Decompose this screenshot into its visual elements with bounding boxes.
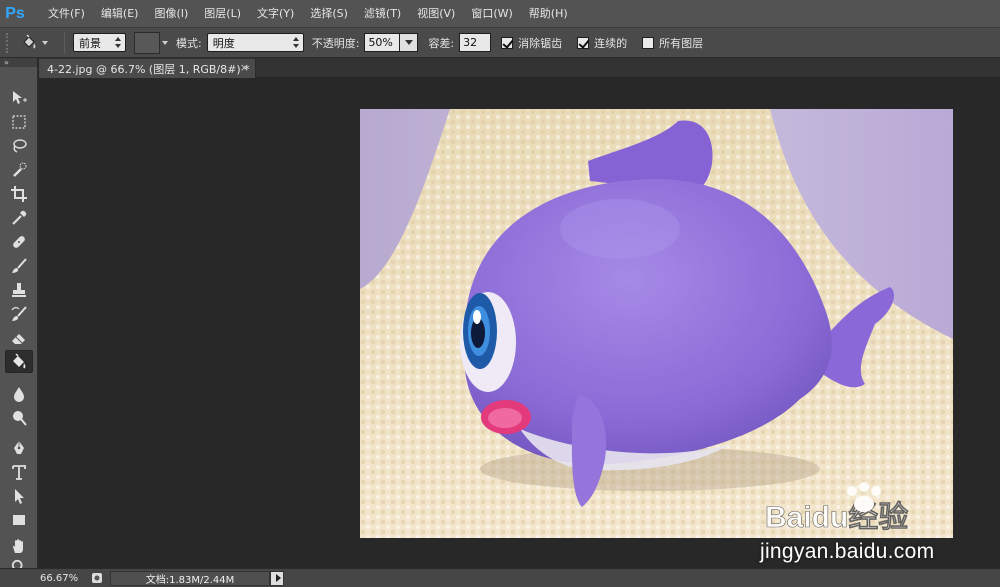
- antialias-label: 消除锯齿: [518, 36, 563, 50]
- plush-fish-photo: Baidu经验: [360, 109, 953, 538]
- healing-brush-tool-icon[interactable]: [5, 230, 33, 253]
- updown-arrows-icon: [115, 37, 121, 48]
- paint-bucket-icon: [23, 33, 36, 48]
- all-layers-checkbox[interactable]: 所有图层: [642, 35, 708, 51]
- antialias-checkbox[interactable]: 消除锯齿: [501, 35, 567, 51]
- menu-type[interactable]: 文字(Y): [249, 0, 302, 27]
- mode-label: 模式:: [176, 36, 202, 50]
- menu-help[interactable]: 帮助(H): [521, 0, 576, 27]
- type-tool-icon[interactable]: [5, 460, 33, 483]
- document-tab-title: 4-22.jpg @ 66.7% (图层 1, RGB/8#) *: [47, 62, 250, 76]
- checkbox-unchecked-icon[interactable]: [642, 36, 655, 49]
- fill-source-value: 前景: [79, 36, 101, 50]
- chevron-down-icon: [162, 40, 168, 45]
- all-layers-label: 所有图层: [659, 36, 704, 50]
- contiguous-checkbox[interactable]: 连续的: [577, 35, 632, 51]
- pattern-swatch[interactable]: [134, 31, 160, 54]
- blur-tool-icon[interactable]: [5, 382, 33, 405]
- rectangle-tool-icon[interactable]: [5, 508, 33, 531]
- eraser-tool-icon[interactable]: [5, 326, 33, 349]
- tools-panel-header[interactable]: »: [0, 58, 37, 67]
- chevron-down-icon: [42, 40, 48, 45]
- pen-tool-icon[interactable]: [5, 436, 33, 459]
- brush-tool-icon[interactable]: [5, 254, 33, 277]
- document-size-info: 文档:1.83M/2.44M: [110, 570, 270, 586]
- paint-bucket-tool-icon[interactable]: [5, 350, 33, 373]
- hand-tool-icon[interactable]: [5, 534, 33, 557]
- tolerance-input[interactable]: 32: [459, 33, 492, 52]
- blend-mode-value: 明度: [212, 36, 235, 50]
- close-icon[interactable]: ×: [240, 61, 249, 74]
- proof-status-icon[interactable]: [90, 572, 104, 584]
- menu-view[interactable]: 视图(V): [409, 0, 463, 27]
- menu-edit[interactable]: 编辑(E): [93, 0, 147, 27]
- document-tab-bar: 4-22.jpg @ 66.7% (图层 1, RGB/8#) * ×: [39, 58, 1000, 78]
- options-bar-grip[interactable]: [6, 32, 12, 53]
- dodge-tool-icon[interactable]: [5, 406, 33, 429]
- opacity-slider-button[interactable]: [400, 33, 419, 52]
- divider: [64, 31, 65, 54]
- menu-filter[interactable]: 滤镜(T): [356, 0, 409, 27]
- status-menu-button[interactable]: [270, 570, 284, 586]
- opacity-label: 不透明度:: [311, 36, 360, 50]
- expand-panel-icon[interactable]: »: [4, 58, 9, 67]
- menu-bar: Ps 文件(F) 编辑(E) 图像(I) 图层(L) 文字(Y) 选择(S) 滤…: [0, 0, 1000, 27]
- menu-image[interactable]: 图像(I): [146, 0, 196, 27]
- status-bar: 66.67% 文档:1.83M/2.44M: [0, 568, 1000, 587]
- menu-window[interactable]: 窗口(W): [463, 0, 520, 27]
- menu-layer[interactable]: 图层(L): [196, 0, 249, 27]
- quick-selection-tool-icon[interactable]: [5, 158, 33, 181]
- move-tool-icon[interactable]: [5, 86, 33, 109]
- marquee-tool-icon[interactable]: [5, 110, 33, 133]
- blend-mode-select[interactable]: 明度: [206, 33, 304, 52]
- zoom-level[interactable]: 66.67%: [0, 573, 84, 584]
- pattern-picker-button[interactable]: [160, 32, 170, 54]
- chevron-down-icon: [404, 40, 413, 45]
- checkbox-checked-icon[interactable]: [577, 36, 590, 49]
- crop-tool-icon[interactable]: [5, 182, 33, 205]
- svg-text:Baidu经验: Baidu经验: [765, 500, 908, 534]
- contiguous-label: 连续的: [594, 36, 628, 50]
- tolerance-label: 容差:: [428, 36, 455, 50]
- lasso-tool-icon[interactable]: [5, 134, 33, 157]
- photoshop-logo-icon[interactable]: Ps: [0, 0, 30, 27]
- opacity-input[interactable]: 50%: [364, 33, 401, 52]
- canvas-workspace[interactable]: Baidu经验: [39, 78, 1000, 568]
- document-tab[interactable]: 4-22.jpg @ 66.7% (图层 1, RGB/8#) * ×: [39, 59, 256, 78]
- checkbox-checked-icon[interactable]: [501, 36, 514, 49]
- tools-panel: »: [0, 58, 38, 575]
- tool-options-bar: 前景 模式: 明度 不透明度: 50% 容差: 32 消除锯齿 连续的 所有图层: [0, 27, 1000, 58]
- clone-stamp-tool-icon[interactable]: [5, 278, 33, 301]
- menu-file[interactable]: 文件(F): [40, 0, 93, 27]
- play-arrow-icon: [275, 574, 281, 582]
- eyedropper-tool-icon[interactable]: [5, 206, 33, 229]
- fill-source-select[interactable]: 前景: [73, 33, 126, 52]
- menu-select[interactable]: 选择(S): [302, 0, 356, 27]
- tool-preset-picker[interactable]: [20, 32, 56, 54]
- history-brush-tool-icon[interactable]: [5, 302, 33, 325]
- baidu-watermark-url: jingyan.baidu.com: [760, 540, 935, 563]
- updown-arrows-icon: [292, 37, 299, 48]
- path-selection-tool-icon[interactable]: [5, 484, 33, 507]
- document-canvas-image[interactable]: Baidu经验: [360, 109, 953, 538]
